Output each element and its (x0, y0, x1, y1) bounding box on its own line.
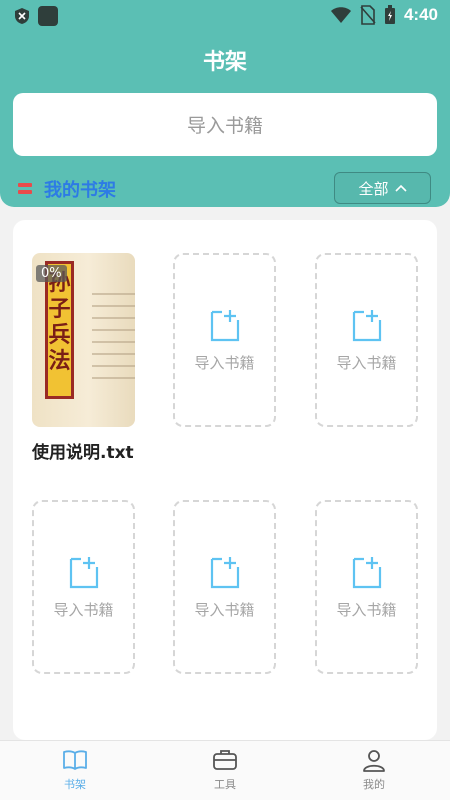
import-book-slot[interactable]: 导入书籍 (173, 500, 276, 674)
import-books-button[interactable]: 导入书籍 (13, 93, 437, 156)
bottom-tab-bar: 书架 工具 我的 (0, 740, 450, 800)
import-book-label: 导入书籍 (53, 600, 114, 619)
page-title: 书架 (202, 50, 247, 75)
import-book-label: 导入书籍 (336, 353, 397, 372)
cover-char: 兵 (48, 322, 71, 348)
import-book-slot[interactable]: 导入书籍 (315, 500, 418, 674)
bookshelf-grid: 孙 子 兵 法 0% 使用说明.txt 导入书籍 导入书籍 导入书籍 导入书籍 (13, 220, 437, 740)
book-title[interactable]: 使用说明.txt (32, 438, 134, 463)
toolbox-icon (213, 750, 237, 770)
book-icon (63, 750, 87, 770)
add-file-icon (352, 556, 381, 588)
book-cover[interactable]: 孙 子 兵 法 0% (32, 253, 135, 427)
shelf-marker-icon (18, 183, 32, 195)
my-shelf-heading: 我的书架 (18, 176, 116, 202)
filter-label: 全部 (358, 179, 389, 198)
cover-char: 法 (48, 348, 71, 374)
cover-char: 子 (48, 296, 71, 322)
import-book-slot[interactable]: 导入书籍 (173, 253, 276, 427)
add-file-icon (352, 309, 381, 341)
tab-tools[interactable]: 工具 (185, 747, 265, 797)
app-notification-icon (38, 6, 58, 26)
header: 4:40 书架 导入书籍 我的书架 全部 (0, 0, 450, 207)
add-file-icon (210, 309, 239, 341)
tab-profile[interactable]: 我的 (334, 747, 414, 797)
tab-label: 书架 (64, 778, 86, 791)
my-shelf-label: 我的书架 (44, 180, 116, 201)
tab-label: 我的 (363, 778, 385, 791)
add-file-icon (69, 556, 98, 588)
cover-decoration (92, 293, 135, 413)
wifi-icon (330, 7, 351, 23)
import-book-label: 导入书籍 (336, 600, 397, 619)
status-time: 4:40 (403, 5, 438, 24)
status-bar: 4:40 (0, 0, 450, 32)
reading-progress-badge: 0% (36, 265, 67, 282)
user-icon (363, 750, 385, 772)
tab-bookshelf[interactable]: 书架 (35, 747, 115, 797)
tab-label: 工具 (214, 778, 236, 791)
no-sim-icon (360, 5, 376, 25)
import-book-label: 导入书籍 (194, 353, 255, 372)
filter-all-dropdown[interactable]: 全部 (334, 172, 431, 204)
battery-icon (384, 5, 395, 24)
import-book-slot[interactable]: 导入书籍 (315, 253, 418, 427)
import-book-label: 导入书籍 (194, 600, 255, 619)
add-file-icon (210, 556, 239, 588)
shield-icon (15, 8, 29, 24)
import-book-slot[interactable]: 导入书籍 (32, 500, 135, 674)
chevron-up-icon (394, 184, 407, 192)
